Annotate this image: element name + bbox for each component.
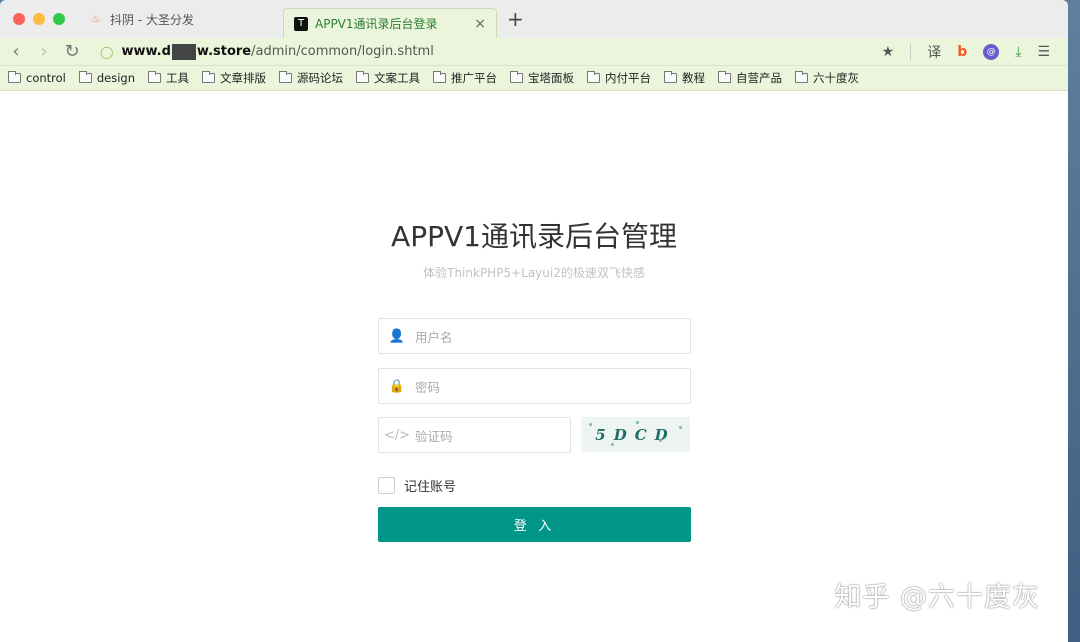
new-tab-button[interactable]: + <box>507 9 524 29</box>
url-host-suffix: w.store <box>196 44 252 59</box>
folder-icon <box>202 71 216 83</box>
bookmark-label: 文案工具 <box>374 71 421 85</box>
lock-icon: ◯ <box>100 44 114 59</box>
folder-icon <box>8 71 21 83</box>
lock-icon: 🔒 <box>388 378 406 394</box>
address-toolbar: ‹ › ↻ ◯ www.d w.store /admin/common/logi… <box>0 38 1068 66</box>
zoom-window-button[interactable] <box>53 13 65 25</box>
page-title: APPV1通讯录后台管理 <box>391 220 677 253</box>
toolbar-actions: ★ 译 b @ ⤓ ☰ <box>882 42 1050 62</box>
captcha-placeholder: 验证码 <box>415 428 453 444</box>
user-icon: 👤 <box>388 328 406 344</box>
bookmark-label: 工具 <box>166 71 190 85</box>
reload-icon[interactable]: ↻ <box>60 41 84 62</box>
folder-icon <box>279 71 293 83</box>
forward-icon[interactable]: › <box>32 41 56 62</box>
close-window-button[interactable] <box>13 13 25 25</box>
menu-icon[interactable]: ☰ <box>1037 44 1050 60</box>
bookmark-label: 自营产品 <box>736 71 783 85</box>
bookmark-item[interactable]: 宝塔面板 <box>510 70 574 86</box>
tab-strip: ♨ 抖阴 - 大圣分发 T APPV1通讯录后台登录 × + <box>0 0 1068 38</box>
url-path: /admin/common/login.shtml <box>251 44 434 59</box>
watermark: 知乎 @六十度灰 <box>834 582 1040 613</box>
bookmark-item[interactable]: 推广平台 <box>433 70 497 86</box>
bookmark-label: 源码论坛 <box>297 71 344 85</box>
login-button[interactable]: 登 入 <box>378 507 691 542</box>
browser-window: ♨ 抖阴 - 大圣分发 T APPV1通讯录后台登录 × + ‹ › ↻ ◯ w… <box>0 0 1068 642</box>
bookmark-item[interactable]: 源码论坛 <box>279 70 343 86</box>
fire-icon: ♨ <box>91 13 101 25</box>
username-field[interactable]: 👤 用户名 <box>378 318 691 354</box>
password-placeholder: 密码 <box>415 379 441 395</box>
tab-label: APPV1通讯录后台登录 <box>315 17 438 31</box>
bookmark-item[interactable]: 六十度灰 <box>795 70 859 86</box>
bookmark-item[interactable]: 工具 <box>148 70 189 86</box>
translate-icon[interactable]: 译 <box>927 42 941 62</box>
bookmark-item[interactable]: 文章排版 <box>202 70 266 86</box>
bookmark-item[interactable]: design <box>78 71 136 85</box>
bookmarks-bar: control design 工具 文章排版 源码论坛 文案工具 推广平台 宝塔面板 内付平台 教… <box>0 66 1068 91</box>
toolbar-divider <box>910 43 912 60</box>
tab-label: 抖阴 - 大圣分发 <box>110 12 194 27</box>
bookmark-item[interactable]: 内付平台 <box>587 70 651 86</box>
bookmark-item[interactable]: 教程 <box>664 70 705 86</box>
bookmark-label: 六十度灰 <box>813 71 860 85</box>
bookmark-star-icon[interactable]: ★ <box>882 44 895 60</box>
folder-icon <box>510 71 524 83</box>
login-page: APPV1通讯录后台管理 体验ThinkPHP5+Layui2的极速双飞快感 👤… <box>0 92 1068 642</box>
bookmark-label: 宝塔面板 <box>528 71 575 85</box>
code-icon: </> <box>383 427 411 443</box>
bookmark-item[interactable]: control <box>8 71 66 85</box>
close-tab-icon[interactable]: × <box>474 16 486 32</box>
folder-icon <box>795 71 809 83</box>
bookmark-item[interactable]: 自营产品 <box>718 70 782 86</box>
extension-circle-icon[interactable]: @ <box>983 43 1000 60</box>
t-logo-icon: T <box>294 16 308 31</box>
bookmark-label: 文章排版 <box>220 71 267 85</box>
captcha-image[interactable]: 5DCD <box>581 417 690 452</box>
bookmark-label: design <box>96 71 136 85</box>
bookmark-label: 推广平台 <box>451 71 498 85</box>
tab-douyin[interactable]: ♨ 抖阴 - 大圣分发 <box>79 5 283 33</box>
captcha-text: 5DCD <box>595 425 676 444</box>
folder-icon <box>356 71 370 83</box>
page-subtitle: 体验ThinkPHP5+Layui2的极速双飞快感 <box>423 266 645 280</box>
bookmark-item[interactable]: 文案工具 <box>356 70 420 86</box>
tab-login[interactable]: T APPV1通讯录后台登录 × <box>283 8 497 38</box>
url-bar[interactable]: ◯ www.d w.store /admin/common/login.shtm… <box>100 43 434 60</box>
bookmark-label: 内付平台 <box>605 71 652 85</box>
folder-icon <box>433 71 447 83</box>
url-host-prefix: www.d <box>121 44 171 59</box>
minimize-window-button[interactable] <box>33 13 45 25</box>
bookmark-label: control <box>26 71 66 85</box>
captcha-field[interactable]: </> 验证码 <box>378 417 571 453</box>
username-placeholder: 用户名 <box>415 329 453 345</box>
remember-label: 记住账号 <box>404 480 457 495</box>
redaction-mask <box>171 43 196 60</box>
folder-icon <box>78 71 92 83</box>
password-field[interactable]: 🔒 密码 <box>378 368 691 404</box>
folder-icon <box>587 71 601 83</box>
extension-b-icon[interactable]: b <box>957 44 967 60</box>
bookmark-label: 教程 <box>682 71 706 85</box>
folder-icon <box>718 71 732 83</box>
back-icon[interactable]: ‹ <box>4 41 28 62</box>
remember-account[interactable]: 记住账号 <box>378 476 456 495</box>
remember-checkbox[interactable] <box>378 477 395 494</box>
folder-icon <box>148 71 162 83</box>
window-controls <box>13 13 65 25</box>
folder-icon <box>664 71 678 83</box>
download-icon[interactable]: ⤓ <box>1015 44 1021 60</box>
